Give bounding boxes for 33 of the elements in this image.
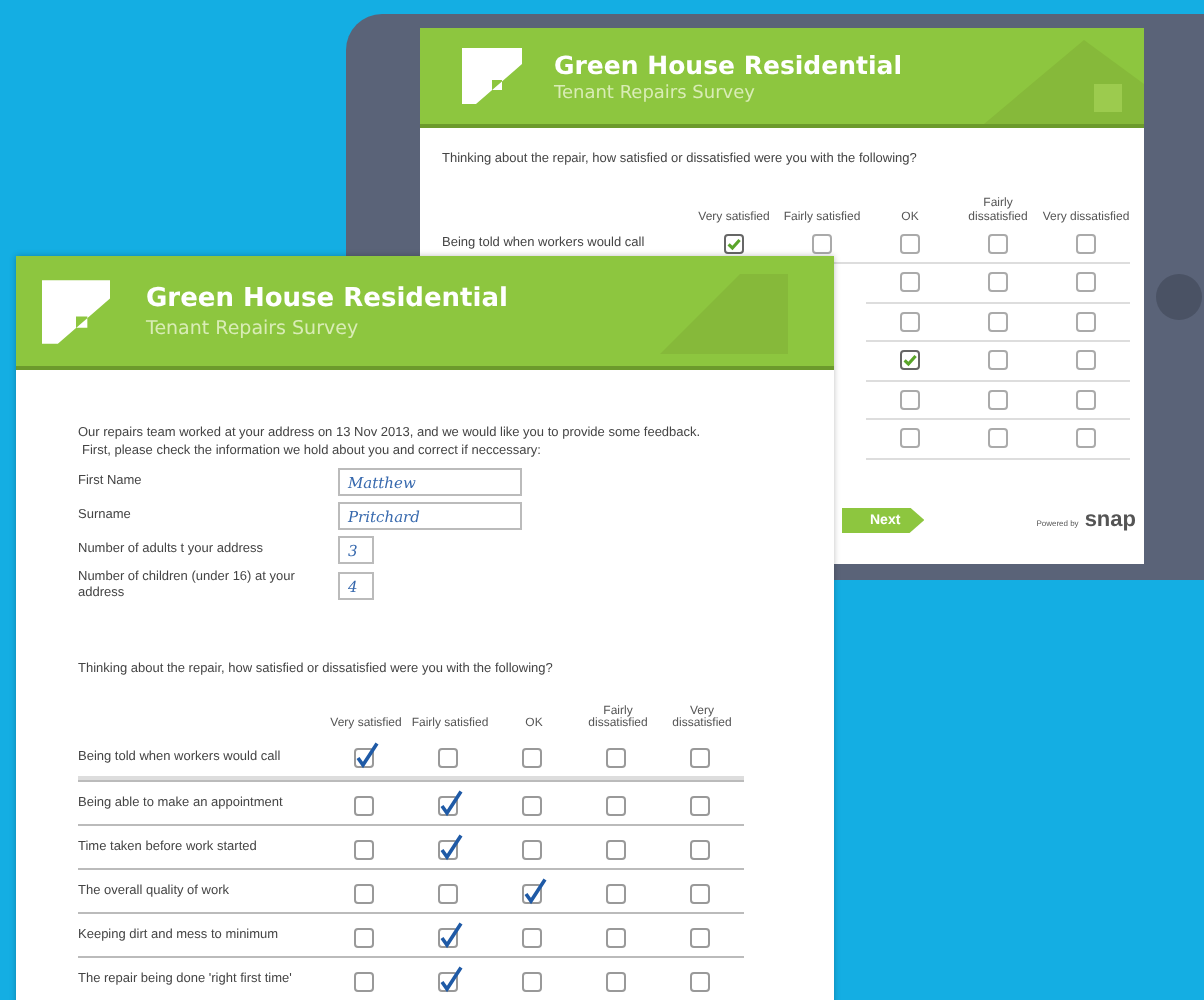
header-subtitle: Tenant Repairs Survey [146, 317, 361, 339]
checkbox[interactable] [434, 789, 466, 817]
checkbox[interactable] [434, 833, 466, 861]
header-title: Green House Residential [146, 283, 508, 313]
checkbox[interactable] [518, 877, 550, 905]
checkbox[interactable] [900, 272, 920, 293]
checkbox[interactable] [988, 233, 1008, 254]
checkbox[interactable] [724, 233, 744, 254]
checkbox[interactable] [900, 233, 920, 254]
checkbox[interactable] [988, 428, 1008, 449]
checkbox[interactable] [988, 350, 1008, 371]
checkbox[interactable] [1076, 428, 1096, 449]
checkbox[interactable] [812, 233, 832, 254]
checkbox[interactable] [988, 389, 1008, 410]
checkbox[interactable] [1076, 233, 1096, 254]
checkbox[interactable] [434, 921, 466, 949]
house-logo-icon [42, 279, 110, 343]
header-title: Green House Residential [554, 49, 902, 79]
checkbox[interactable] [900, 389, 920, 410]
brand-logo: snap [1084, 508, 1136, 532]
checkbox[interactable] [900, 311, 920, 332]
checkbox[interactable] [1076, 272, 1096, 293]
checkbox[interactable] [900, 350, 920, 371]
checkbox[interactable] [1076, 350, 1096, 371]
checkbox[interactable] [434, 965, 466, 993]
checkbox[interactable] [1076, 311, 1096, 332]
house-logo-icon [462, 48, 522, 104]
checkbox[interactable] [900, 428, 920, 449]
checkbox[interactable] [988, 311, 1008, 332]
header-subtitle: Tenant Repairs Survey [554, 83, 757, 103]
checkbox[interactable] [1076, 389, 1096, 410]
checkbox[interactable] [350, 742, 382, 770]
checkbox[interactable] [988, 272, 1008, 293]
